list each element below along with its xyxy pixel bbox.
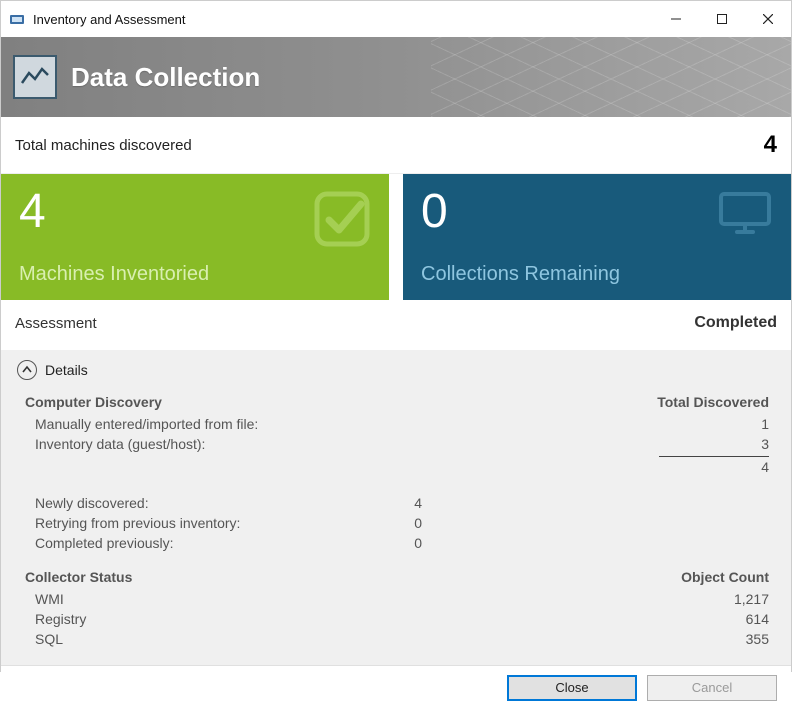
maximize-button[interactable]: [699, 1, 745, 37]
collector-row: WMI 1,217: [25, 589, 769, 609]
discovery-extra-value: 0: [342, 535, 452, 551]
minimize-button[interactable]: [653, 1, 699, 37]
total-discovered-label: Total machines discovered: [15, 137, 192, 154]
collector-heading-right: Object Count: [681, 569, 769, 585]
collector-row-label: WMI: [25, 591, 342, 607]
close-button[interactable]: Close: [507, 675, 637, 701]
collector-heading-left: Collector Status: [25, 569, 132, 585]
details-header: Details: [17, 360, 775, 380]
titlebar: Inventory and Assessment: [1, 1, 791, 37]
total-discovered-row: Total machines discovered 4: [1, 117, 791, 174]
machines-inventoried-label: Machines Inventoried: [19, 263, 371, 286]
monitor-icon: [717, 190, 773, 241]
collector-row-value: 1,217: [452, 591, 769, 607]
tiles: 4 Machines Inventoried 0 Collections Rem…: [1, 174, 791, 300]
details-section: Details Computer Discovery Total Discove…: [1, 350, 791, 665]
discovery-extra-row: Newly discovered: 4: [25, 493, 769, 513]
app-icon: [9, 11, 25, 27]
discovery-extra-value: 4: [342, 495, 452, 511]
discovery-heading: Computer Discovery Total Discovered: [25, 394, 769, 410]
discovery-row: Inventory data (guest/host): 3: [25, 434, 769, 454]
collector-row-value: 614: [452, 611, 769, 627]
window-controls: [653, 1, 791, 37]
collector-row: SQL 355: [25, 629, 769, 649]
discovery-extra-row: Completed previously: 0: [25, 533, 769, 553]
collector-row: Registry 614: [25, 609, 769, 629]
collections-remaining-tile: 0 Collections Remaining: [403, 174, 791, 300]
checkmark-icon: [313, 190, 371, 251]
banner: Data Collection: [1, 37, 791, 117]
details-title: Details: [45, 362, 88, 378]
machines-inventoried-tile: 4 Machines Inventoried: [1, 174, 389, 300]
banner-decoration: [431, 37, 791, 117]
assessment-label: Assessment: [15, 315, 97, 332]
discovery-extra-label: Retrying from previous inventory:: [25, 515, 342, 531]
discovery-heading-right: Total Discovered: [657, 394, 769, 410]
cancel-button: Cancel: [647, 675, 777, 701]
discovery-extra-value: 0: [342, 515, 452, 531]
chart-icon: [13, 55, 57, 99]
discovery-total-value: 4: [452, 459, 769, 475]
discovery-extra-row: Retrying from previous inventory: 0: [25, 513, 769, 533]
discovery-row: Manually entered/imported from file: 1: [25, 414, 769, 434]
discovery-row-value: 1: [452, 416, 769, 432]
total-discovered-value: 4: [764, 131, 777, 159]
discovery-extra-label: Newly discovered:: [25, 495, 342, 511]
discovery-row-label: Inventory data (guest/host):: [25, 436, 342, 452]
banner-title: Data Collection: [71, 62, 260, 93]
discovery-extra-label: Completed previously:: [25, 535, 342, 551]
close-window-button[interactable]: [745, 1, 791, 37]
details-body: Computer Discovery Total Discovered Manu…: [17, 394, 775, 649]
assessment-row: Assessment Completed: [1, 300, 791, 350]
discovery-heading-left: Computer Discovery: [25, 394, 162, 410]
details-toggle-button[interactable]: [17, 360, 37, 380]
collector-row-label: SQL: [25, 631, 342, 647]
collector-row-label: Registry: [25, 611, 342, 627]
discovery-row-value: 3: [452, 436, 769, 452]
window-title: Inventory and Assessment: [33, 12, 185, 27]
collector-heading: Collector Status Object Count: [25, 569, 769, 585]
collections-remaining-label: Collections Remaining: [421, 263, 773, 286]
discovery-total-row: 4: [25, 457, 769, 477]
assessment-status: Completed: [694, 314, 777, 332]
discovery-row-label: Manually entered/imported from file:: [25, 416, 342, 432]
collector-row-value: 355: [452, 631, 769, 647]
